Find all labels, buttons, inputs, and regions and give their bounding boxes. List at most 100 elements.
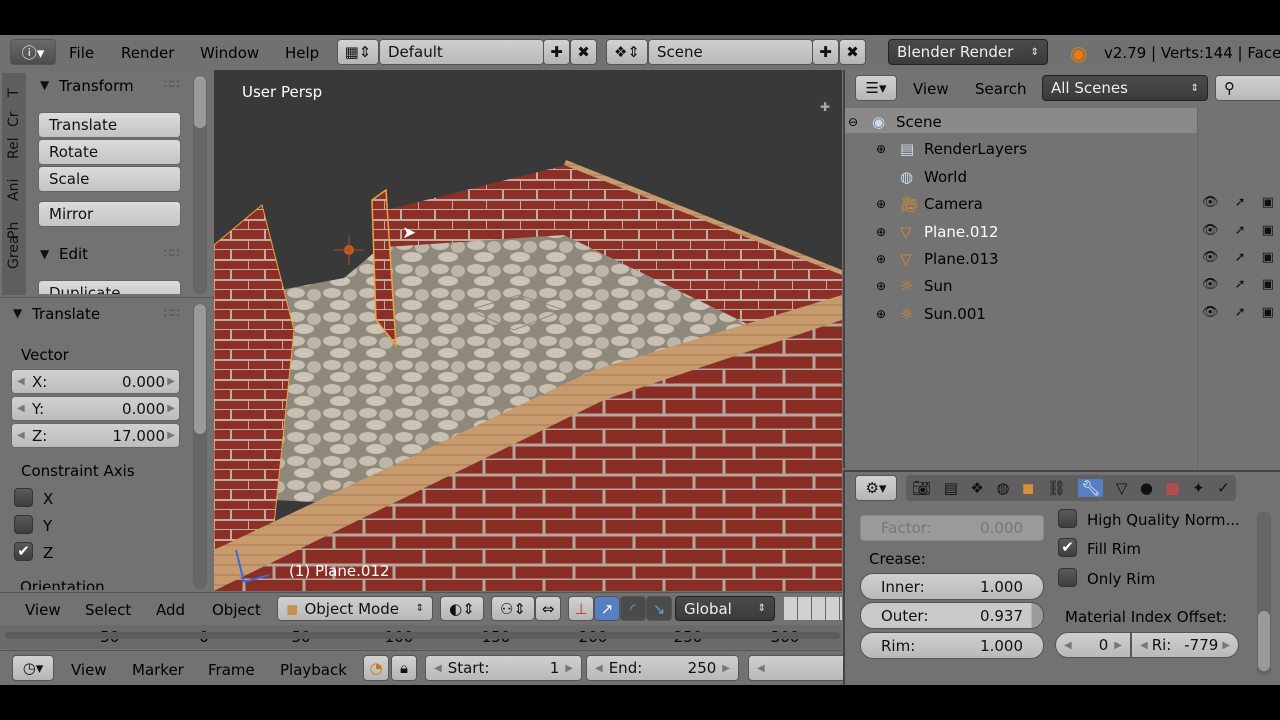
manipulator-toggle[interactable]: ⇔ bbox=[535, 596, 561, 621]
drag-handle-icon[interactable]: ∷∷ bbox=[164, 246, 179, 260]
expand-toggle-icon[interactable]: ⊕ bbox=[876, 197, 900, 211]
translate-button[interactable]: Translate bbox=[38, 112, 181, 138]
screen-layout-icon[interactable]: ▦⇕ bbox=[337, 39, 379, 65]
end-frame-field[interactable]: ◀ End: 250 ▶ bbox=[586, 655, 739, 681]
material-icon[interactable]: ● bbox=[1140, 479, 1153, 497]
pivot-select[interactable]: ⚇⇕ bbox=[491, 596, 535, 621]
render-layers-icon[interactable]: ▤ bbox=[944, 479, 958, 497]
outliner-editor-type[interactable]: ☰▾ bbox=[855, 75, 897, 101]
delete-scene-button[interactable]: ✖ bbox=[839, 39, 866, 65]
rim-field[interactable]: Rim: 1.000 bbox=[860, 632, 1044, 659]
collapse-arrow-icon[interactable]: ▼ bbox=[40, 78, 49, 92]
world-icon[interactable]: ◍ bbox=[996, 479, 1009, 497]
camera-icon[interactable]: 📷︎ bbox=[912, 479, 931, 497]
outliner-item[interactable]: ⊕ 🎥︎ Camera bbox=[876, 192, 983, 216]
scene-icon[interactable]: ❖⇕ bbox=[606, 39, 648, 65]
mirror-button[interactable]: Mirror bbox=[38, 201, 181, 227]
scale-button[interactable]: Scale bbox=[38, 166, 181, 192]
timeline-menu-view[interactable]: View bbox=[71, 661, 107, 679]
scene-field[interactable]: Scene bbox=[648, 39, 813, 65]
render-engine-select[interactable]: Blender Render ⇕ bbox=[888, 39, 1048, 65]
factor-field[interactable]: Factor: 0.000 bbox=[860, 515, 1044, 541]
screen-layout-field[interactable]: Default bbox=[379, 39, 544, 65]
properties-editor-type[interactable]: ⚙▾ bbox=[855, 475, 897, 501]
start-frame-field[interactable]: ◀ Start: 1 ▶ bbox=[425, 655, 582, 681]
outliner-menu-search[interactable]: Search bbox=[975, 80, 1027, 98]
operator-title[interactable]: Translate bbox=[32, 305, 100, 323]
toolshelf-scrollbar[interactable] bbox=[193, 75, 207, 295]
fill-rim-checkbox[interactable]: ✔ bbox=[1058, 538, 1077, 557]
display-mode-select[interactable]: All Scenes ⇕ bbox=[1042, 75, 1208, 101]
visibility-eye-icon[interactable]: 👁︎ ➚ ▣ bbox=[1202, 277, 1280, 292]
scene-props-icon[interactable]: ❖ bbox=[970, 479, 983, 497]
visibility-eye-icon[interactable]: 👁︎ ➚ ▣ bbox=[1202, 250, 1280, 265]
outliner-item[interactable]: ⊕ ▽ Plane.012 bbox=[876, 220, 999, 244]
add-layout-button[interactable]: ✚ bbox=[543, 39, 570, 65]
visibility-eye-icon[interactable]: 👁︎ ➚ ▣ bbox=[1202, 195, 1280, 210]
collapse-arrow-icon[interactable]: ▼ bbox=[40, 247, 49, 261]
add-scene-button[interactable]: ✚ bbox=[812, 39, 839, 65]
outer-field[interactable]: Outer: 0.937 bbox=[860, 602, 1044, 629]
outliner-item[interactable]: ⊕ ☼ Sun.001 bbox=[876, 302, 986, 326]
drag-handle-icon[interactable]: ∷∷ bbox=[164, 306, 179, 320]
constraint-z-checkbox[interactable]: ✔ bbox=[14, 542, 33, 561]
expand-toggle-icon[interactable]: ⊕ bbox=[876, 142, 900, 156]
material-offset-field[interactable]: ◀ 0 ▶ bbox=[1055, 632, 1131, 658]
outliner-item[interactable]: ◍ World bbox=[876, 165, 967, 189]
current-frame-field[interactable]: ◀ bbox=[748, 655, 848, 681]
vector-z-field[interactable]: ◀ Z: 17.000 ▶ bbox=[11, 423, 180, 448]
lock-icon[interactable]: 🔒︎ bbox=[391, 655, 417, 681]
timeline-editor-type[interactable]: ◷▾ bbox=[12, 655, 54, 681]
transform-panel-title[interactable]: Transform bbox=[59, 77, 134, 95]
visibility-eye-icon[interactable]: 👁︎ ➚ ▣ bbox=[1202, 223, 1280, 238]
rim-offset-field[interactable]: ◀ Ri: -779 ▶ bbox=[1131, 632, 1239, 658]
orientation-select[interactable]: Global ⇕ bbox=[675, 596, 775, 621]
vector-x-field[interactable]: ◀ X: 0.000 ▶ bbox=[11, 369, 180, 394]
outliner-item[interactable]: ⊕ ▽ Plane.013 bbox=[876, 247, 999, 271]
toolshelf-tab[interactable]: Cr bbox=[4, 107, 24, 127]
toolshelf-tab[interactable]: Ani bbox=[4, 179, 24, 201]
info-editor-type-button[interactable]: ⓘ▾ bbox=[10, 39, 56, 65]
object-icon[interactable]: ◼ bbox=[1022, 479, 1034, 497]
rotate-button[interactable]: Rotate bbox=[38, 139, 181, 165]
delete-layout-button[interactable]: ✖ bbox=[570, 39, 597, 65]
transform-axes-icon[interactable]: ⊥ bbox=[568, 596, 594, 621]
toolshelf-tab[interactable]: T bbox=[4, 77, 24, 97]
3d-viewport[interactable]: User Persp (1) Plane.012 ✚ ➤ bbox=[214, 70, 842, 591]
mode-select[interactable]: ◼ Object Mode ⇕ bbox=[277, 596, 433, 621]
only-rim-checkbox[interactable] bbox=[1058, 568, 1077, 587]
plus-icon[interactable]: ✚ bbox=[820, 100, 830, 114]
outliner-item[interactable]: ⊖ ◉ Scene bbox=[848, 110, 942, 134]
visibility-eye-icon[interactable]: 👁︎ ➚ ▣ bbox=[1202, 305, 1280, 320]
menu-help[interactable]: Help bbox=[285, 44, 319, 62]
clock-icon[interactable]: ◔ bbox=[363, 655, 389, 681]
menu-window[interactable]: Window bbox=[200, 44, 259, 62]
outliner-menu-view[interactable]: View bbox=[913, 80, 949, 98]
data-icon[interactable]: ▽ bbox=[1116, 479, 1128, 497]
rotate-manipulator-icon[interactable]: ◜ bbox=[620, 596, 646, 621]
physics-icon[interactable]: ✓ bbox=[1217, 479, 1230, 497]
expand-toggle-icon[interactable]: ⊕ bbox=[876, 307, 900, 321]
menu-select[interactable]: Select bbox=[85, 601, 131, 619]
constraint-x-checkbox[interactable] bbox=[14, 488, 33, 507]
timeline-menu-frame[interactable]: Frame bbox=[208, 661, 255, 679]
expand-toggle-icon[interactable]: ⊕ bbox=[876, 225, 900, 239]
layer-buttons[interactable] bbox=[784, 597, 842, 620]
hq-normals-checkbox[interactable] bbox=[1058, 509, 1077, 528]
drag-handle-icon[interactable]: ∷∷ bbox=[164, 77, 179, 91]
timeline-menu-playback[interactable]: Playback bbox=[280, 661, 347, 679]
menu-file[interactable]: File bbox=[69, 44, 94, 62]
timeline-menu-marker[interactable]: Marker bbox=[132, 661, 184, 679]
operator-scrollbar[interactable] bbox=[193, 303, 207, 589]
properties-scrollbar[interactable] bbox=[1257, 511, 1271, 676]
expand-toggle-icon[interactable]: ⊕ bbox=[876, 279, 900, 293]
texture-icon[interactable]: ▩ bbox=[1165, 479, 1179, 497]
menu-view[interactable]: View bbox=[25, 601, 61, 619]
toolshelf-tab[interactable]: Grea bbox=[4, 236, 24, 270]
collapse-arrow-icon[interactable]: ▼ bbox=[13, 306, 22, 320]
menu-add[interactable]: Add bbox=[156, 601, 185, 619]
toolshelf-tab[interactable]: Rel bbox=[4, 137, 24, 159]
constraints-icon[interactable]: ⛓ bbox=[1047, 479, 1066, 497]
particles-icon[interactable]: ✦ bbox=[1192, 479, 1205, 497]
expand-toggle-icon[interactable]: ⊖ bbox=[848, 115, 872, 129]
